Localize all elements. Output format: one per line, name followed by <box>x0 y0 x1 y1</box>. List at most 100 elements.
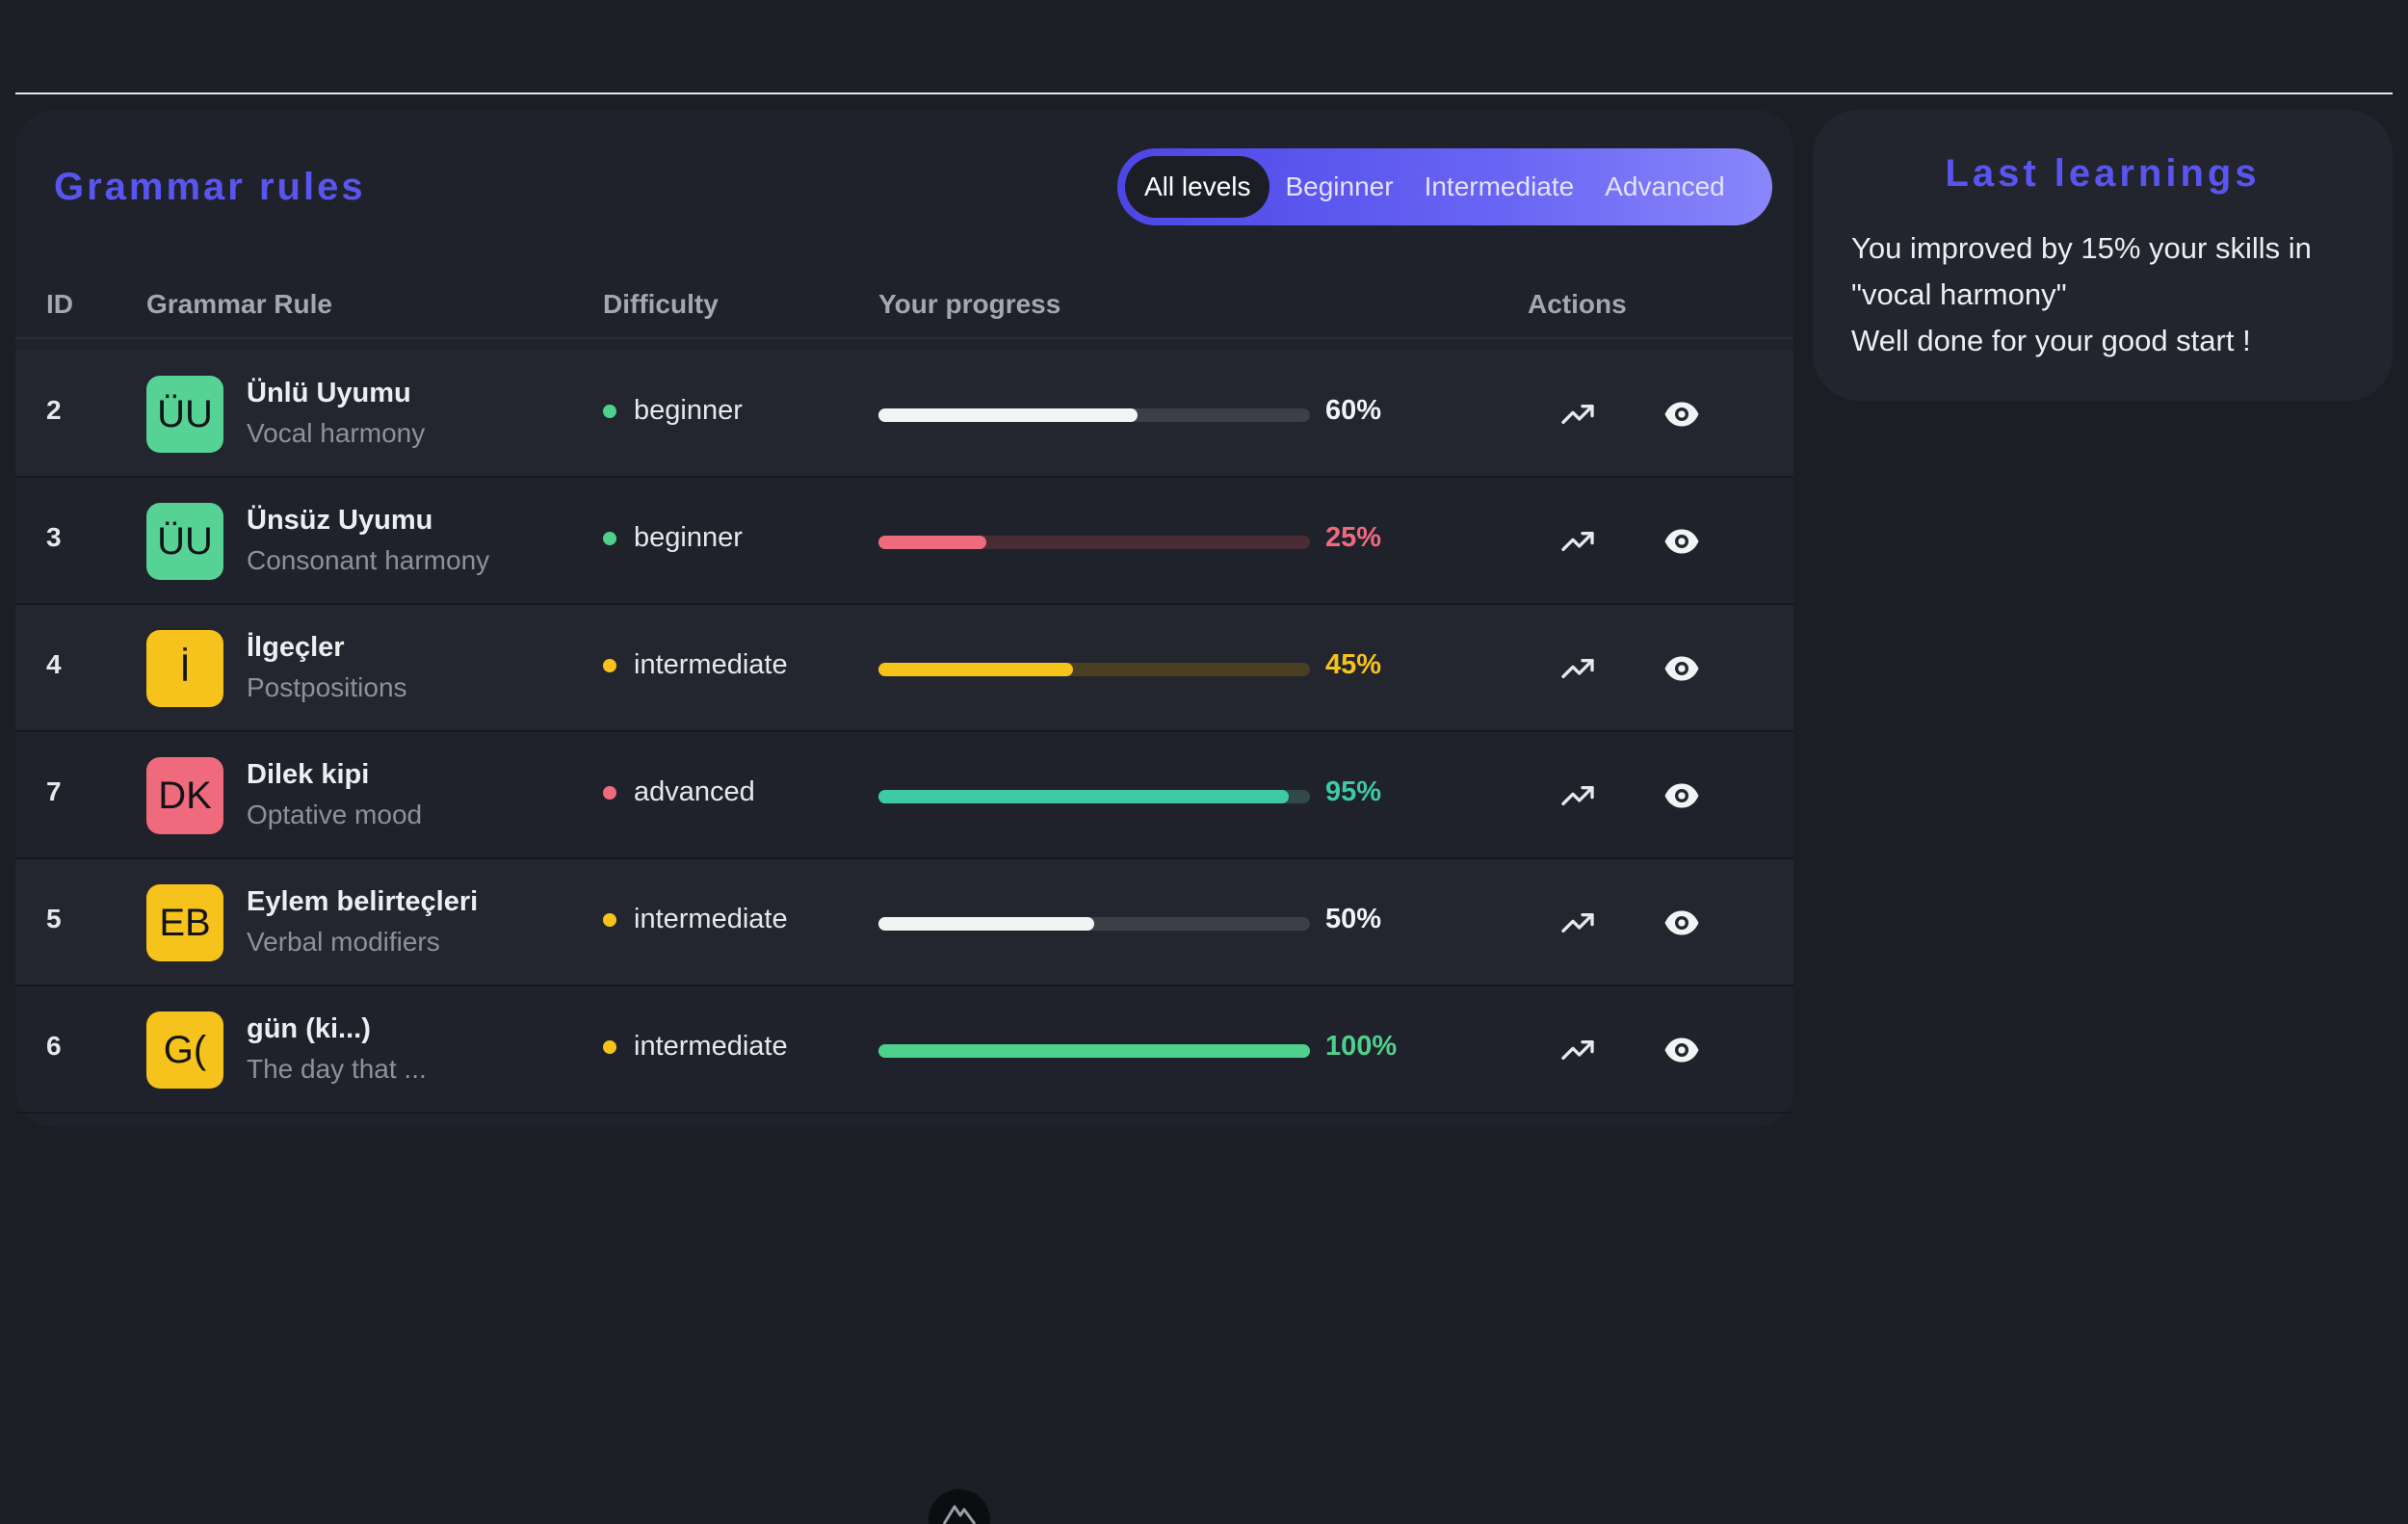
last-learnings-card: Last learnings You improved by 15% your … <box>1813 110 2393 401</box>
table-row: 7 DK Dilek kipi Optative mood advanced 95% <box>15 732 1793 859</box>
rule-subtitle: Verbal modifiers <box>247 927 440 957</box>
rule-id: 3 <box>46 522 62 552</box>
trending-up-icon[interactable] <box>1557 520 1599 563</box>
difficulty-label: advanced <box>634 776 755 807</box>
table-row: 2 ÜU Ünlü Uyumu Vocal harmony beginner 60% <box>15 351 1793 478</box>
difficulty-dot <box>603 404 616 418</box>
column-header-id: ID <box>46 289 73 319</box>
rule-id: 2 <box>46 395 62 425</box>
difficulty-dot <box>603 1039 616 1054</box>
level-filter: All levels Beginner Intermediate Advance… <box>1117 148 1772 225</box>
progress-fill <box>878 790 1289 803</box>
rule-avatar: G( <box>146 1012 223 1089</box>
rule-avatar: ÜU <box>146 503 223 580</box>
level-filter-beginner[interactable]: Beginner <box>1269 156 1408 218</box>
level-filter-all[interactable]: All levels <box>1125 156 1270 218</box>
progress-fill <box>878 408 1138 422</box>
last-learnings-line: You improved by 15% your skills in "voca… <box>1851 231 2312 311</box>
progress-bar <box>878 917 1310 931</box>
difficulty-dot <box>603 785 616 800</box>
last-learnings-title: Last learnings <box>1945 152 2261 195</box>
eye-icon[interactable] <box>1661 1029 1703 1071</box>
progress-percent: 45% <box>1325 649 1382 680</box>
progress-fill <box>878 663 1073 676</box>
table-row: 5 EB Eylem belirteçleri Verbal modifiers int… <box>15 859 1793 986</box>
trending-up-icon[interactable] <box>1557 1029 1599 1071</box>
difficulty-label: intermediate <box>634 904 788 934</box>
rule-subtitle: Vocal harmony <box>247 418 426 448</box>
card-title: Grammar rules <box>54 166 366 208</box>
eye-icon[interactable] <box>1661 393 1703 435</box>
progress-bar <box>878 790 1310 803</box>
trending-up-icon[interactable] <box>1557 902 1599 944</box>
progress-bar <box>878 408 1310 422</box>
difficulty-label: beginner <box>634 522 743 553</box>
mountain-logo-icon[interactable] <box>929 1489 990 1524</box>
rule-name: Ünsüz Uyumu <box>247 505 433 536</box>
progress-bar <box>878 1044 1310 1058</box>
eye-icon[interactable] <box>1661 647 1703 690</box>
rule-id: 6 <box>46 1031 62 1061</box>
trending-up-icon[interactable] <box>1557 647 1599 690</box>
difficulty-badge: intermediate <box>603 1031 788 1063</box>
column-header-rule: Grammar Rule <box>146 289 332 319</box>
progress-percent: 25% <box>1325 522 1382 553</box>
table-row: 3 ÜU Ünsüz Uyumu Consonant harmony beginner 2… <box>15 478 1793 605</box>
table-header: ID Grammar Rule Difficulty Your progress… <box>15 274 1793 339</box>
column-header-progress: Your progress <box>878 289 1061 319</box>
level-filter-intermediate[interactable]: Intermediate <box>1409 156 1590 218</box>
last-learnings-text: You improved by 15% your skills in "voca… <box>1851 225 2371 364</box>
progress-percent: 50% <box>1325 904 1382 934</box>
progress-percent: 60% <box>1325 395 1382 426</box>
column-header-difficulty: Difficulty <box>603 289 719 319</box>
difficulty-label: beginner <box>634 395 743 426</box>
rule-name: Dilek kipi <box>247 759 370 790</box>
progress-bar <box>878 536 1310 549</box>
rule-avatar: DK <box>146 757 223 834</box>
rule-avatar: ÜU <box>146 376 223 453</box>
difficulty-label: intermediate <box>634 649 788 680</box>
progress-fill <box>878 917 1094 931</box>
last-learnings-line: Well done for your good start ! <box>1851 324 2251 357</box>
difficulty-badge: beginner <box>603 395 743 427</box>
progress-fill <box>878 1044 1310 1058</box>
progress-percent: 100% <box>1325 1031 1398 1062</box>
rule-id: 7 <box>46 776 62 806</box>
difficulty-dot <box>603 658 616 672</box>
difficulty-label: intermediate <box>634 1031 788 1062</box>
rule-subtitle: The day that ... <box>247 1054 427 1084</box>
table-body: 2 ÜU Ünlü Uyumu Vocal harmony beginner 60% 3 ÜU… <box>15 351 1793 1114</box>
table-row: 6 G( gün (ki...) The day that ... intermedia… <box>15 986 1793 1114</box>
difficulty-badge: advanced <box>603 776 755 808</box>
rule-name: Eylem belirteçleri <box>247 886 479 917</box>
rule-id: 5 <box>46 904 62 933</box>
rule-avatar: EB <box>146 884 223 961</box>
column-header-actions: Actions <box>1528 289 1627 319</box>
eye-icon[interactable] <box>1661 902 1703 944</box>
eye-icon[interactable] <box>1661 775 1703 817</box>
difficulty-badge: intermediate <box>603 904 788 935</box>
rule-name: İlgeçler <box>247 632 345 663</box>
table-row: 4 İ İlgeçler Postpositions intermediate 45% <box>15 605 1793 732</box>
level-filter-advanced[interactable]: Advanced <box>1589 156 1741 218</box>
eye-icon[interactable] <box>1661 520 1703 563</box>
trending-up-icon[interactable] <box>1557 775 1599 817</box>
progress-percent: 95% <box>1325 776 1382 807</box>
difficulty-badge: beginner <box>603 522 743 554</box>
rule-name: gün (ki...) <box>247 1013 371 1044</box>
rule-subtitle: Postpositions <box>247 672 407 702</box>
rule-name: Ünlü Uyumu <box>247 378 411 408</box>
rule-subtitle: Optative mood <box>247 800 423 829</box>
difficulty-badge: intermediate <box>603 649 788 681</box>
difficulty-dot <box>603 912 616 927</box>
difficulty-dot <box>603 531 616 545</box>
rule-subtitle: Consonant harmony <box>247 545 490 575</box>
rule-id: 4 <box>46 649 62 679</box>
progress-fill <box>878 536 986 549</box>
top-divider <box>15 92 2393 94</box>
trending-up-icon[interactable] <box>1557 393 1599 435</box>
page: Grammar rules All levels Beginner Interm… <box>0 0 2408 1524</box>
rule-avatar: İ <box>146 630 223 707</box>
grammar-rules-card: Grammar rules All levels Beginner Interm… <box>15 110 1793 1127</box>
progress-bar <box>878 663 1310 676</box>
